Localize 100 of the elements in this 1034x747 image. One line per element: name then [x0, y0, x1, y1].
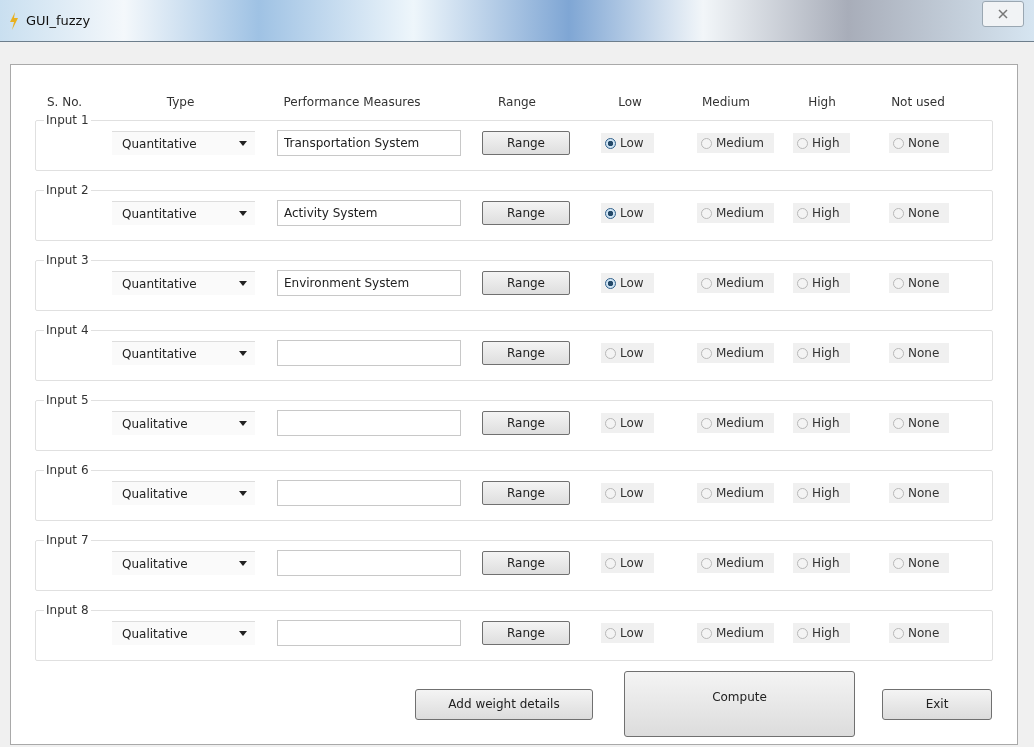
radio-option[interactable]: Low: [601, 483, 654, 503]
column-header: Range: [497, 95, 536, 109]
radio-button[interactable]: [605, 487, 616, 499]
measure-field[interactable]: Environment System: [277, 270, 461, 296]
radio-button[interactable]: [797, 207, 808, 219]
type-dropdown[interactable]: Quantitative: [112, 271, 255, 295]
range-button[interactable]: Range: [482, 341, 570, 365]
type-dropdown[interactable]: Quantitative: [112, 341, 255, 365]
radio-button[interactable]: [605, 557, 616, 569]
radio-option[interactable]: None: [889, 413, 950, 433]
radio-option[interactable]: None: [889, 343, 950, 363]
measure-field[interactable]: [277, 340, 461, 366]
radio-option[interactable]: High: [793, 133, 850, 153]
radio-option[interactable]: High: [793, 553, 850, 573]
type-dropdown[interactable]: Qualitative: [112, 481, 255, 505]
type-dropdown[interactable]: Qualitative: [112, 551, 255, 575]
radio-button[interactable]: [797, 347, 808, 359]
radio-button[interactable]: [701, 137, 712, 149]
range-button[interactable]: Range: [482, 131, 570, 155]
radio-button[interactable]: [893, 207, 904, 219]
radio-button[interactable]: [893, 137, 904, 149]
measure-field[interactable]: Activity System: [277, 200, 461, 226]
caret-icon: [239, 421, 247, 426]
radio-button[interactable]: [797, 277, 808, 289]
radio-option[interactable]: None: [889, 483, 950, 503]
radio-button[interactable]: [701, 557, 712, 569]
radio-option[interactable]: Low: [601, 553, 654, 573]
radio-option[interactable]: Medium: [697, 413, 774, 433]
radio-option[interactable]: Medium: [697, 483, 774, 503]
measure-field[interactable]: [277, 620, 461, 646]
measure-field[interactable]: [277, 550, 461, 576]
radio-button[interactable]: [701, 207, 712, 219]
radio-option[interactable]: High: [793, 273, 850, 293]
radio-option[interactable]: Low: [601, 413, 654, 433]
radio-button[interactable]: [797, 627, 808, 639]
radio-option[interactable]: Medium: [697, 623, 774, 643]
radio-option[interactable]: High: [793, 483, 850, 503]
radio-button[interactable]: [605, 277, 616, 289]
range-button[interactable]: Range: [482, 551, 570, 575]
radio-button[interactable]: [893, 417, 904, 429]
type-dropdown[interactable]: Quantitative: [112, 201, 255, 225]
column-header: Performance Measures: [283, 95, 421, 109]
close-button[interactable]: [982, 0, 1024, 27]
range-button[interactable]: Range: [482, 201, 570, 225]
radio-option[interactable]: Medium: [697, 343, 774, 363]
radio-option[interactable]: None: [889, 553, 950, 573]
compute-button[interactable]: Compute: [624, 671, 855, 737]
radio-option[interactable]: None: [889, 203, 950, 223]
radio-option[interactable]: Medium: [697, 273, 774, 293]
radio-button[interactable]: [797, 557, 808, 569]
radio-button[interactable]: [605, 417, 616, 429]
range-button[interactable]: Range: [482, 411, 570, 435]
radio-button[interactable]: [701, 417, 712, 429]
radio-option[interactable]: Low: [601, 343, 654, 363]
radio-option[interactable]: High: [793, 343, 850, 363]
radio-button[interactable]: [701, 487, 712, 499]
radio-button[interactable]: [893, 277, 904, 289]
measure-field[interactable]: [277, 410, 461, 436]
lightning-icon: [10, 11, 18, 30]
exit-button[interactable]: Exit: [882, 688, 992, 720]
radio-option[interactable]: None: [889, 623, 950, 643]
radio-option[interactable]: Medium: [697, 133, 774, 153]
range-button[interactable]: Range: [482, 481, 570, 505]
radio-option[interactable]: Low: [601, 203, 654, 223]
radio-option[interactable]: None: [889, 273, 950, 293]
radio-button[interactable]: [605, 627, 616, 639]
radio-button[interactable]: [701, 347, 712, 359]
radio-button[interactable]: [605, 137, 616, 149]
radio-option[interactable]: None: [889, 133, 950, 153]
type-dropdown[interactable]: Quantitative: [112, 131, 255, 155]
radio-option[interactable]: Medium: [697, 203, 774, 223]
radio-option[interactable]: High: [793, 413, 850, 433]
input-label: Input 3: [45, 253, 90, 267]
caret-icon: [239, 211, 247, 216]
radio-button[interactable]: [893, 557, 904, 569]
radio-option[interactable]: Medium: [697, 553, 774, 573]
radio-option[interactable]: Low: [601, 133, 654, 153]
radio-button[interactable]: [893, 627, 904, 639]
radio-button[interactable]: [797, 487, 808, 499]
column-header: Type: [166, 95, 195, 109]
radio-button[interactable]: [605, 207, 616, 219]
radio-button[interactable]: [893, 487, 904, 499]
range-button[interactable]: Range: [482, 271, 570, 295]
radio-button[interactable]: [893, 347, 904, 359]
measure-field[interactable]: Transportation System: [277, 130, 461, 156]
type-dropdown[interactable]: Qualitative: [112, 621, 255, 645]
type-dropdown[interactable]: Qualitative: [112, 411, 255, 435]
radio-button[interactable]: [797, 417, 808, 429]
radio-button[interactable]: [605, 347, 616, 359]
radio-button[interactable]: [797, 137, 808, 149]
radio-option[interactable]: High: [793, 623, 850, 643]
radio-option[interactable]: Low: [601, 623, 654, 643]
range-button[interactable]: Range: [482, 621, 570, 645]
add-weight-button[interactable]: Add weight details: [415, 688, 593, 720]
input-label: Input 1: [45, 113, 90, 127]
radio-option[interactable]: High: [793, 203, 850, 223]
radio-button[interactable]: [701, 277, 712, 289]
radio-button[interactable]: [701, 627, 712, 639]
radio-option[interactable]: Low: [601, 273, 654, 293]
measure-field[interactable]: [277, 480, 461, 506]
